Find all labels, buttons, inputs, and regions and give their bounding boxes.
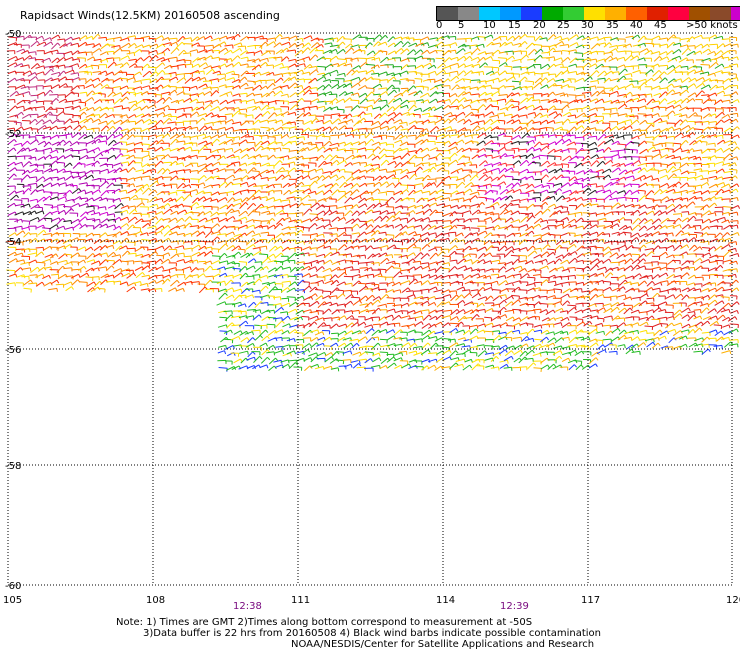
time-label-2: 12:39 — [500, 601, 529, 612]
latitude-label: -52 — [5, 129, 21, 140]
note-line-2: 3)Data buffer is 22 hrs from 20160508 4)… — [143, 628, 601, 639]
longitude-label: 105 — [3, 595, 22, 606]
time-label-1: 12:38 — [233, 601, 262, 612]
latitude-label: -60 — [5, 581, 21, 592]
latitude-label: -58 — [5, 461, 21, 472]
wind-map: 105 108 111 114 117 120 -50 -52 -54 -56 -58 -60 — [3, 29, 740, 606]
latitude-label: -56 — [5, 345, 21, 356]
longitude-label: 117 — [581, 595, 600, 606]
latitude-label: -54 — [5, 237, 21, 248]
longitude-label: 111 — [291, 595, 310, 606]
latitude-label: -50 — [5, 29, 21, 40]
longitude-label: 120 — [726, 595, 740, 606]
longitude-label: 114 — [436, 595, 455, 606]
note-line-1: Note: 1) Times are GMT 2)Times along bot… — [116, 617, 533, 628]
longitude-label: 108 — [146, 595, 165, 606]
wind-barbs-layer — [6, 33, 740, 372]
longitude-labels: 105 108 111 114 117 120 — [3, 595, 740, 606]
note-line-3: NOAA/NESDIS/Center for Satellite Applica… — [291, 639, 595, 650]
latitude-labels: -50 -52 -54 -56 -58 -60 — [5, 29, 21, 592]
